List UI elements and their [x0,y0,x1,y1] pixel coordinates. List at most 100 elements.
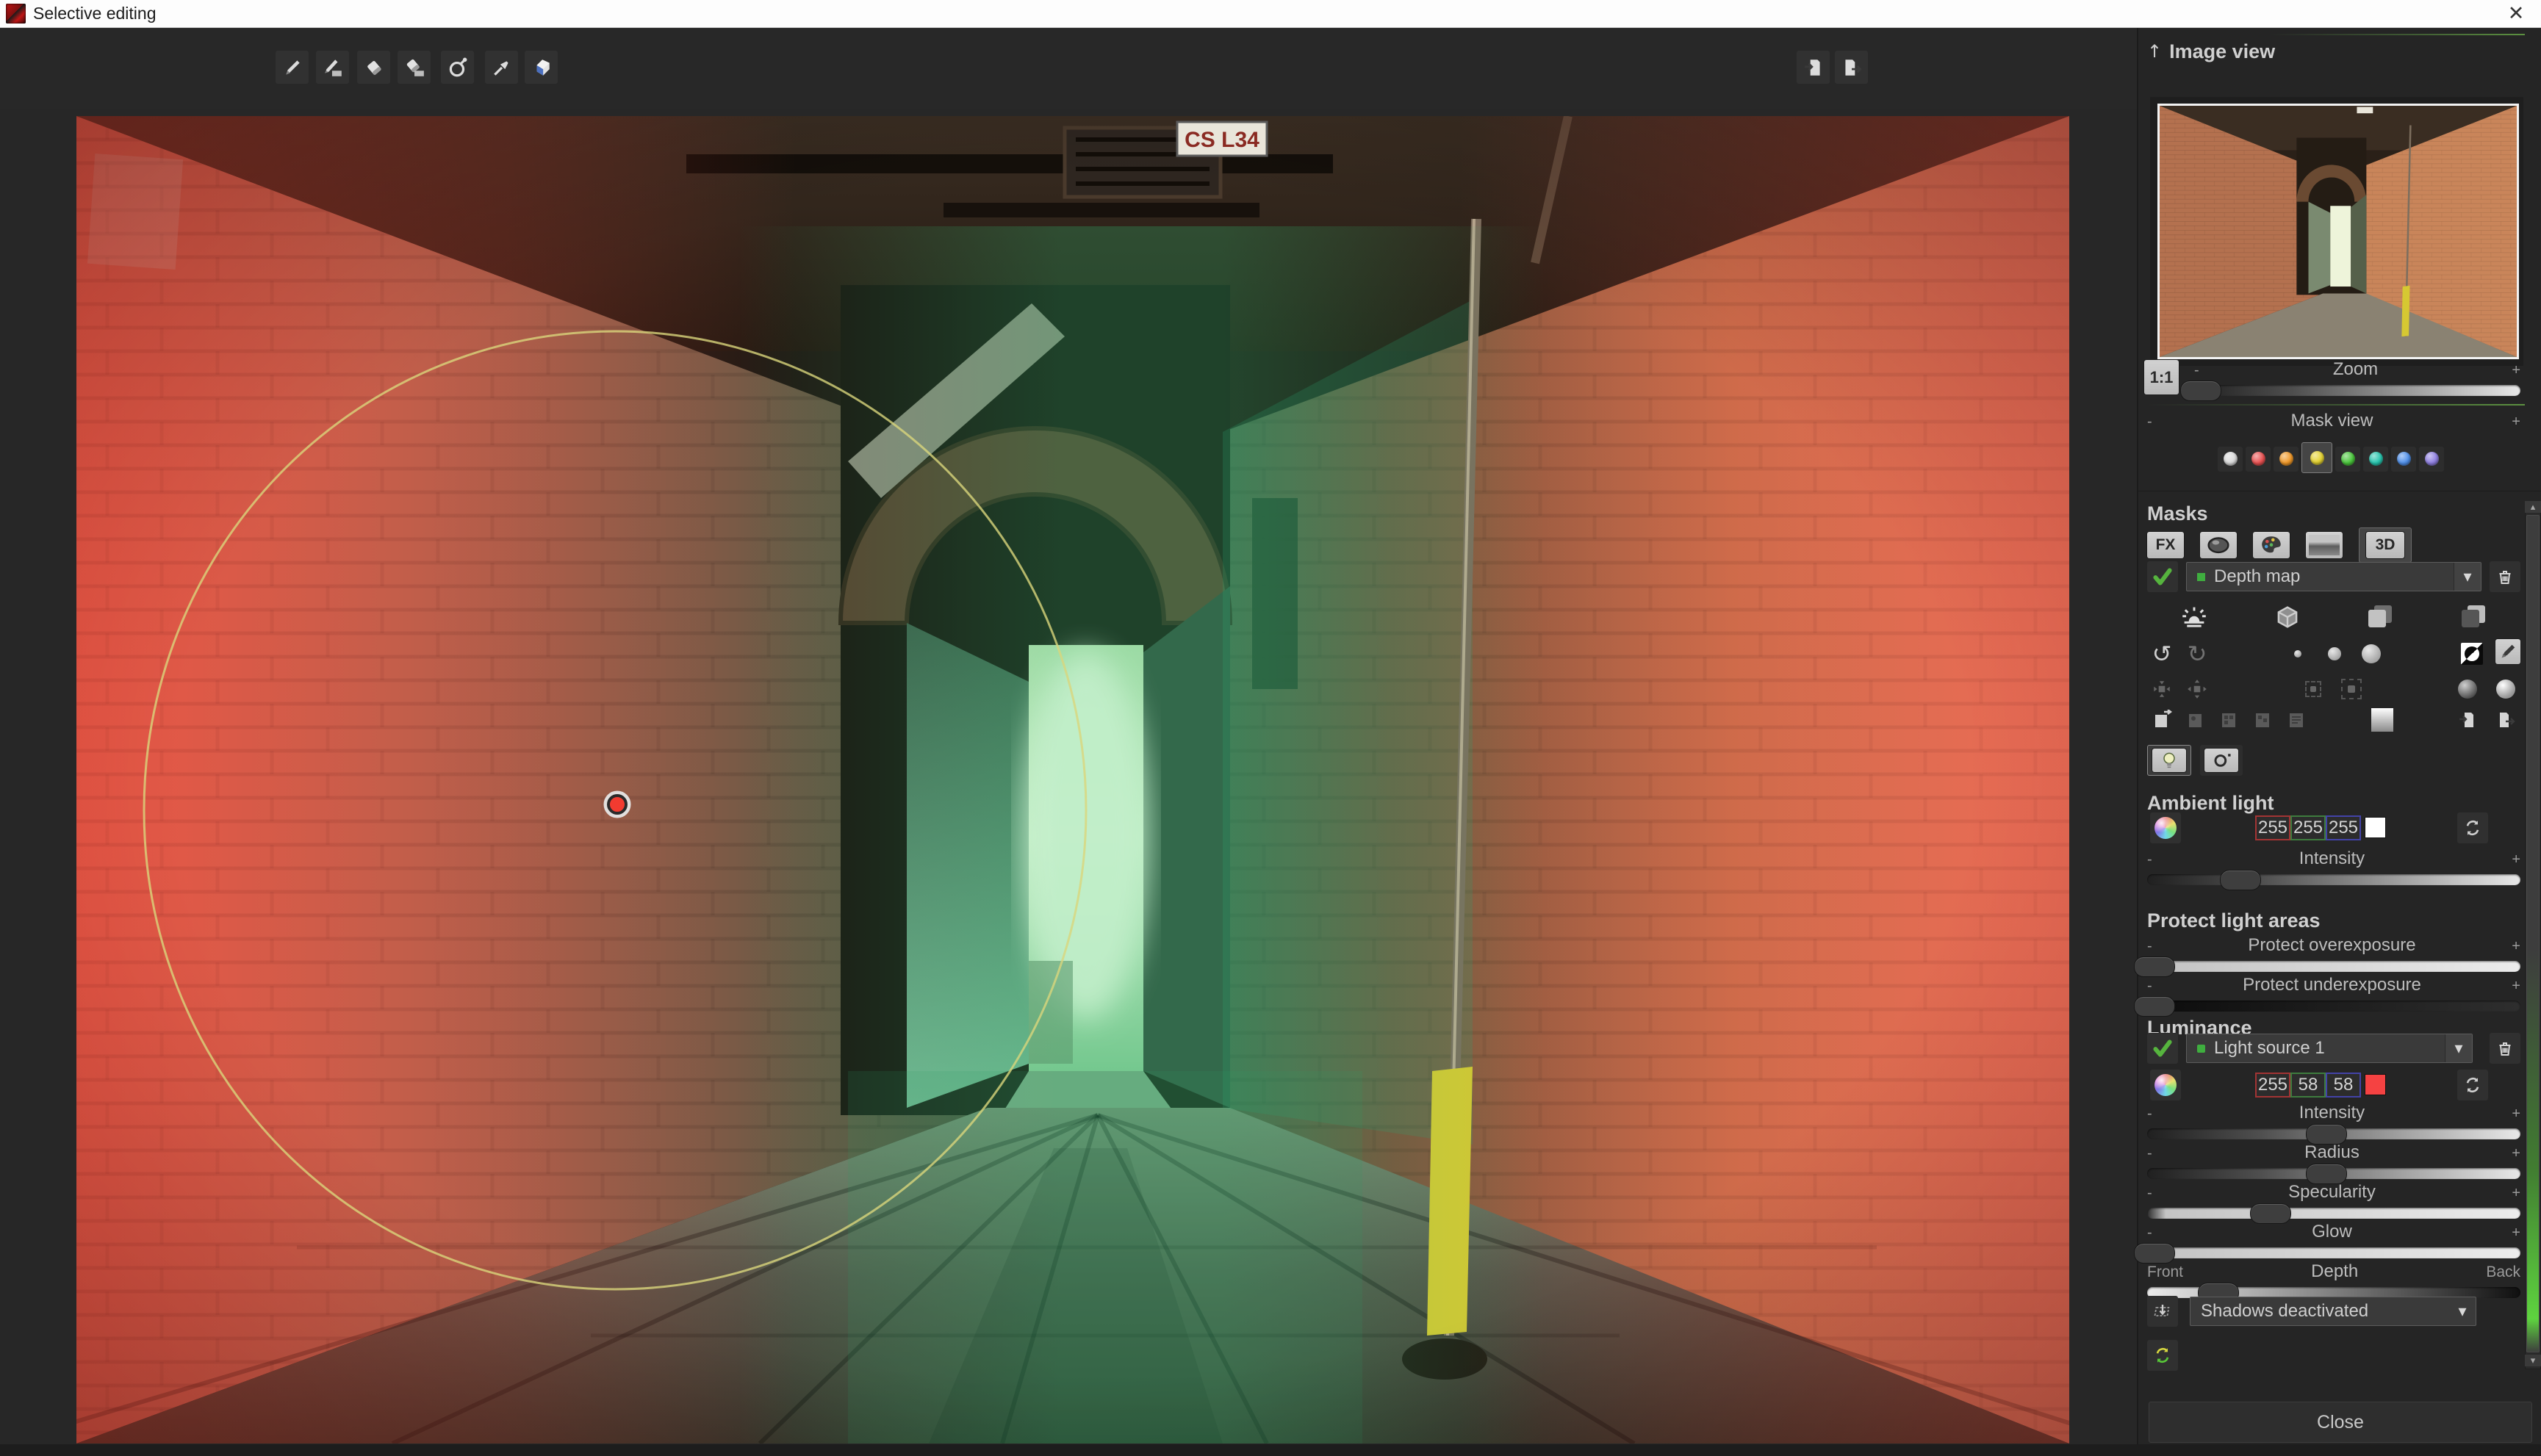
mask-view-plus[interactable]: + [2512,412,2520,431]
luminance-blue-field[interactable] [2326,1073,2361,1098]
ambient-color-sphere-button[interactable] [2150,812,2181,843]
light-source-marker[interactable] [608,796,626,813]
slider-track[interactable] [2147,1128,2520,1139]
luminance-green-field[interactable] [2290,1073,2326,1098]
slider-plus[interactable]: + [2512,937,2520,956]
luminance-color-sphere-button[interactable] [2150,1070,2181,1100]
slider-handle[interactable] [2306,1164,2347,1184]
title-bar[interactable]: Selective editing ✕ [0,0,2541,28]
cube-mode-button[interactable] [2273,602,2302,632]
slider-track[interactable] [2147,1247,2520,1258]
soft-brush-tool-button[interactable] [441,51,474,84]
ambient-color-swatch[interactable] [2365,818,2385,837]
undo-button[interactable]: ↺ [2147,639,2177,668]
mask-color-purple-button[interactable] [2419,447,2444,472]
slider-handle[interactable] [2134,956,2175,977]
zoom-plus[interactable]: + [2512,361,2520,380]
expand-mask-button[interactable] [2147,674,2177,704]
soft-edge-large-button[interactable] [2337,674,2366,704]
mask-view-minus[interactable]: - [2147,412,2152,431]
slider-plus[interactable]: + [2512,1104,2520,1123]
export-mask-button[interactable] [1835,51,1868,84]
paste-list-button[interactable] [2282,705,2312,735]
gradient-sphere-hard-button[interactable] [2491,674,2520,704]
slider-track[interactable] [2147,1208,2520,1219]
slider-plus[interactable]: + [2512,1183,2520,1203]
brush-size-medium-button[interactable] [2320,639,2349,668]
mask-color-teal-button[interactable] [2363,447,2388,472]
light-source-select[interactable]: Light source 1 ▾ [2186,1034,2473,1063]
save-mask-button[interactable] [2491,705,2520,735]
invert-mask-button[interactable] [2457,639,2487,668]
scrollbar-down-button[interactable]: ▾ [2525,1355,2541,1366]
ambient-green-field[interactable] [2290,815,2326,840]
light-source-check-button[interactable] [2147,1033,2178,1064]
red-value-input[interactable] [2257,1074,2289,1096]
brush-size-large-button[interactable] [2357,639,2386,668]
mask-color-green-button[interactable] [2335,447,2360,472]
area-erase-tool-button[interactable] [398,51,431,84]
shadows-select[interactable]: Shadows deactivated ▾ [2190,1297,2476,1326]
luminance-color-swatch[interactable] [2365,1075,2385,1095]
paste-mask-button[interactable] [2181,705,2210,735]
green-value-input[interactable] [2292,817,2324,839]
delete-layer-button[interactable] [2490,561,2520,592]
tab-lens[interactable] [2200,532,2237,558]
tab-3d-active[interactable]: 3D [2359,527,2412,563]
slider-minus[interactable]: - [2147,976,2152,995]
layers-dark-mode-button[interactable] [2459,602,2489,632]
paste-grid-b-button[interactable] [2249,705,2278,735]
slider-handle[interactable] [2134,1243,2175,1264]
fill-mask-tool-button[interactable] [525,51,558,84]
slider-minus[interactable]: - [2147,1144,2152,1163]
recalculate-light-button[interactable] [2147,1340,2178,1371]
slider-plus[interactable]: + [2512,850,2520,869]
luminance-red-field[interactable] [2255,1073,2290,1098]
close-button[interactable]: Close [2149,1402,2532,1443]
camera-mode-button[interactable] [2200,745,2243,776]
slider-track[interactable] [2147,874,2520,885]
zoom-track[interactable] [2194,385,2520,396]
slider-handle[interactable] [2306,1124,2347,1145]
ambient-reset-button[interactable] [2457,812,2488,843]
slider-track[interactable] [2147,1001,2520,1012]
light-mode-button-active[interactable] [2147,745,2191,776]
scrollbar-thumb[interactable] [2526,515,2540,1352]
slider-plus[interactable]: + [2512,976,2520,995]
soft-edge-small-button[interactable] [2299,674,2328,704]
paste-grid-a-button[interactable] [2215,705,2244,735]
slider-minus[interactable]: - [2147,1104,2152,1123]
gradient-fill-button[interactable] [2368,705,2397,735]
mask-brush-button[interactable] [2495,639,2520,664]
color-picker-tool-button[interactable] [485,51,518,84]
ambient-red-field[interactable] [2255,815,2290,840]
blue-value-input[interactable] [2327,1074,2360,1096]
editing-canvas[interactable]: CS L34 [76,116,2069,1444]
tab-fx[interactable]: FX [2147,532,2184,558]
slider-minus[interactable]: - [2147,1183,2152,1203]
slider-handle[interactable] [2250,1203,2291,1224]
tab-palette[interactable] [2253,532,2290,558]
delete-light-source-button[interactable] [2490,1033,2520,1064]
window-close-button[interactable]: ✕ [2501,0,2531,26]
redo-button[interactable]: ↻ [2182,639,2212,668]
zoom-one-to-one-button[interactable]: 1:1 [2144,360,2179,394]
paint-mask-tool-button[interactable] [276,51,309,84]
scrollbar-up-button[interactable]: ▴ [2525,501,2541,513]
luminance-reset-button[interactable] [2457,1070,2488,1100]
slider-track[interactable] [2147,1168,2520,1179]
mask-layer-select[interactable]: Depth map ▾ [2186,562,2481,591]
zoom-minus[interactable]: - [2194,361,2199,380]
green-value-input[interactable] [2292,1074,2324,1096]
slider-handle[interactable] [2134,996,2175,1017]
ambient-blue-field[interactable] [2326,815,2361,840]
mask-color-red-button[interactable] [2246,447,2271,472]
slider-track[interactable] [2147,961,2520,972]
slider-plus[interactable]: + [2512,1144,2520,1163]
slider-handle[interactable] [2220,870,2261,890]
copy-mask-button[interactable] [2147,705,2177,735]
load-mask-button[interactable] [2453,705,2482,735]
mask-color-blue-button[interactable] [2391,447,2416,472]
erase-mask-tool-button[interactable] [357,51,390,84]
slider-minus[interactable]: - [2147,850,2152,869]
